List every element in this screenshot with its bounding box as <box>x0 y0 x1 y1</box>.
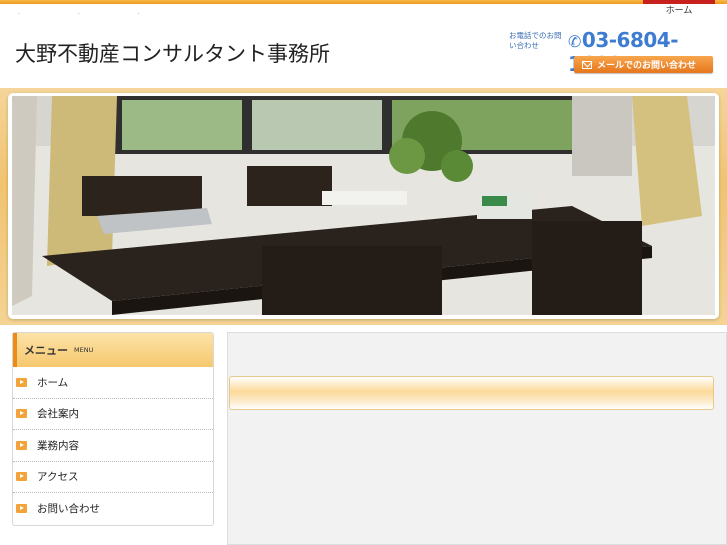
top-dots: · · · <box>18 11 168 18</box>
menu-title: メニュー <box>24 344 68 357</box>
menu-item-company[interactable]: 会社案内 <box>13 399 213 430</box>
menu-item-label: 業務内容 <box>37 439 79 452</box>
menu-item-label: 会社案内 <box>37 408 79 421</box>
menu-item-label: ホーム <box>37 376 69 389</box>
tel-label: お電話でのお問い合わせ <box>509 31 562 50</box>
menu-header: メニュー MENU <box>13 333 213 367</box>
mail-contact-label: メールでのお問い合わせ <box>597 61 697 71</box>
site-title[interactable]: 大野不動産コンサルタント事務所 <box>15 38 330 68</box>
hero-image <box>12 96 715 315</box>
mail-contact-button[interactable]: メールでのお問い合わせ <box>574 56 713 73</box>
main-content <box>227 332 727 545</box>
menu-item-label: アクセス <box>37 471 79 484</box>
arrow-right-icon <box>16 472 27 482</box>
top-accent-bar <box>0 0 727 4</box>
topnav-home-link[interactable]: ホーム <box>643 0 715 18</box>
menu-item-access[interactable]: アクセス <box>13 462 213 493</box>
sidebar-menu: メニュー MENU ホーム 会社案内 業務内容 アクセス お問い合わせ <box>12 332 214 526</box>
arrow-right-icon <box>16 409 27 419</box>
menu-item-home[interactable]: ホーム <box>13 367 213 399</box>
mail-icon <box>582 60 592 69</box>
arrow-right-icon <box>16 440 27 450</box>
content-heading-bar <box>229 376 714 410</box>
menu-item-label: お問い合わせ <box>37 503 100 516</box>
menu-item-services[interactable]: 業務内容 <box>13 430 213 462</box>
menu-title-en: MENU <box>74 346 94 354</box>
arrow-right-icon <box>16 377 27 387</box>
menu-item-contact[interactable]: お問い合わせ <box>13 493 213 525</box>
phone-icon: ✆ <box>568 32 581 51</box>
arrow-right-icon <box>16 504 27 514</box>
office-room-illustration <box>12 96 715 315</box>
